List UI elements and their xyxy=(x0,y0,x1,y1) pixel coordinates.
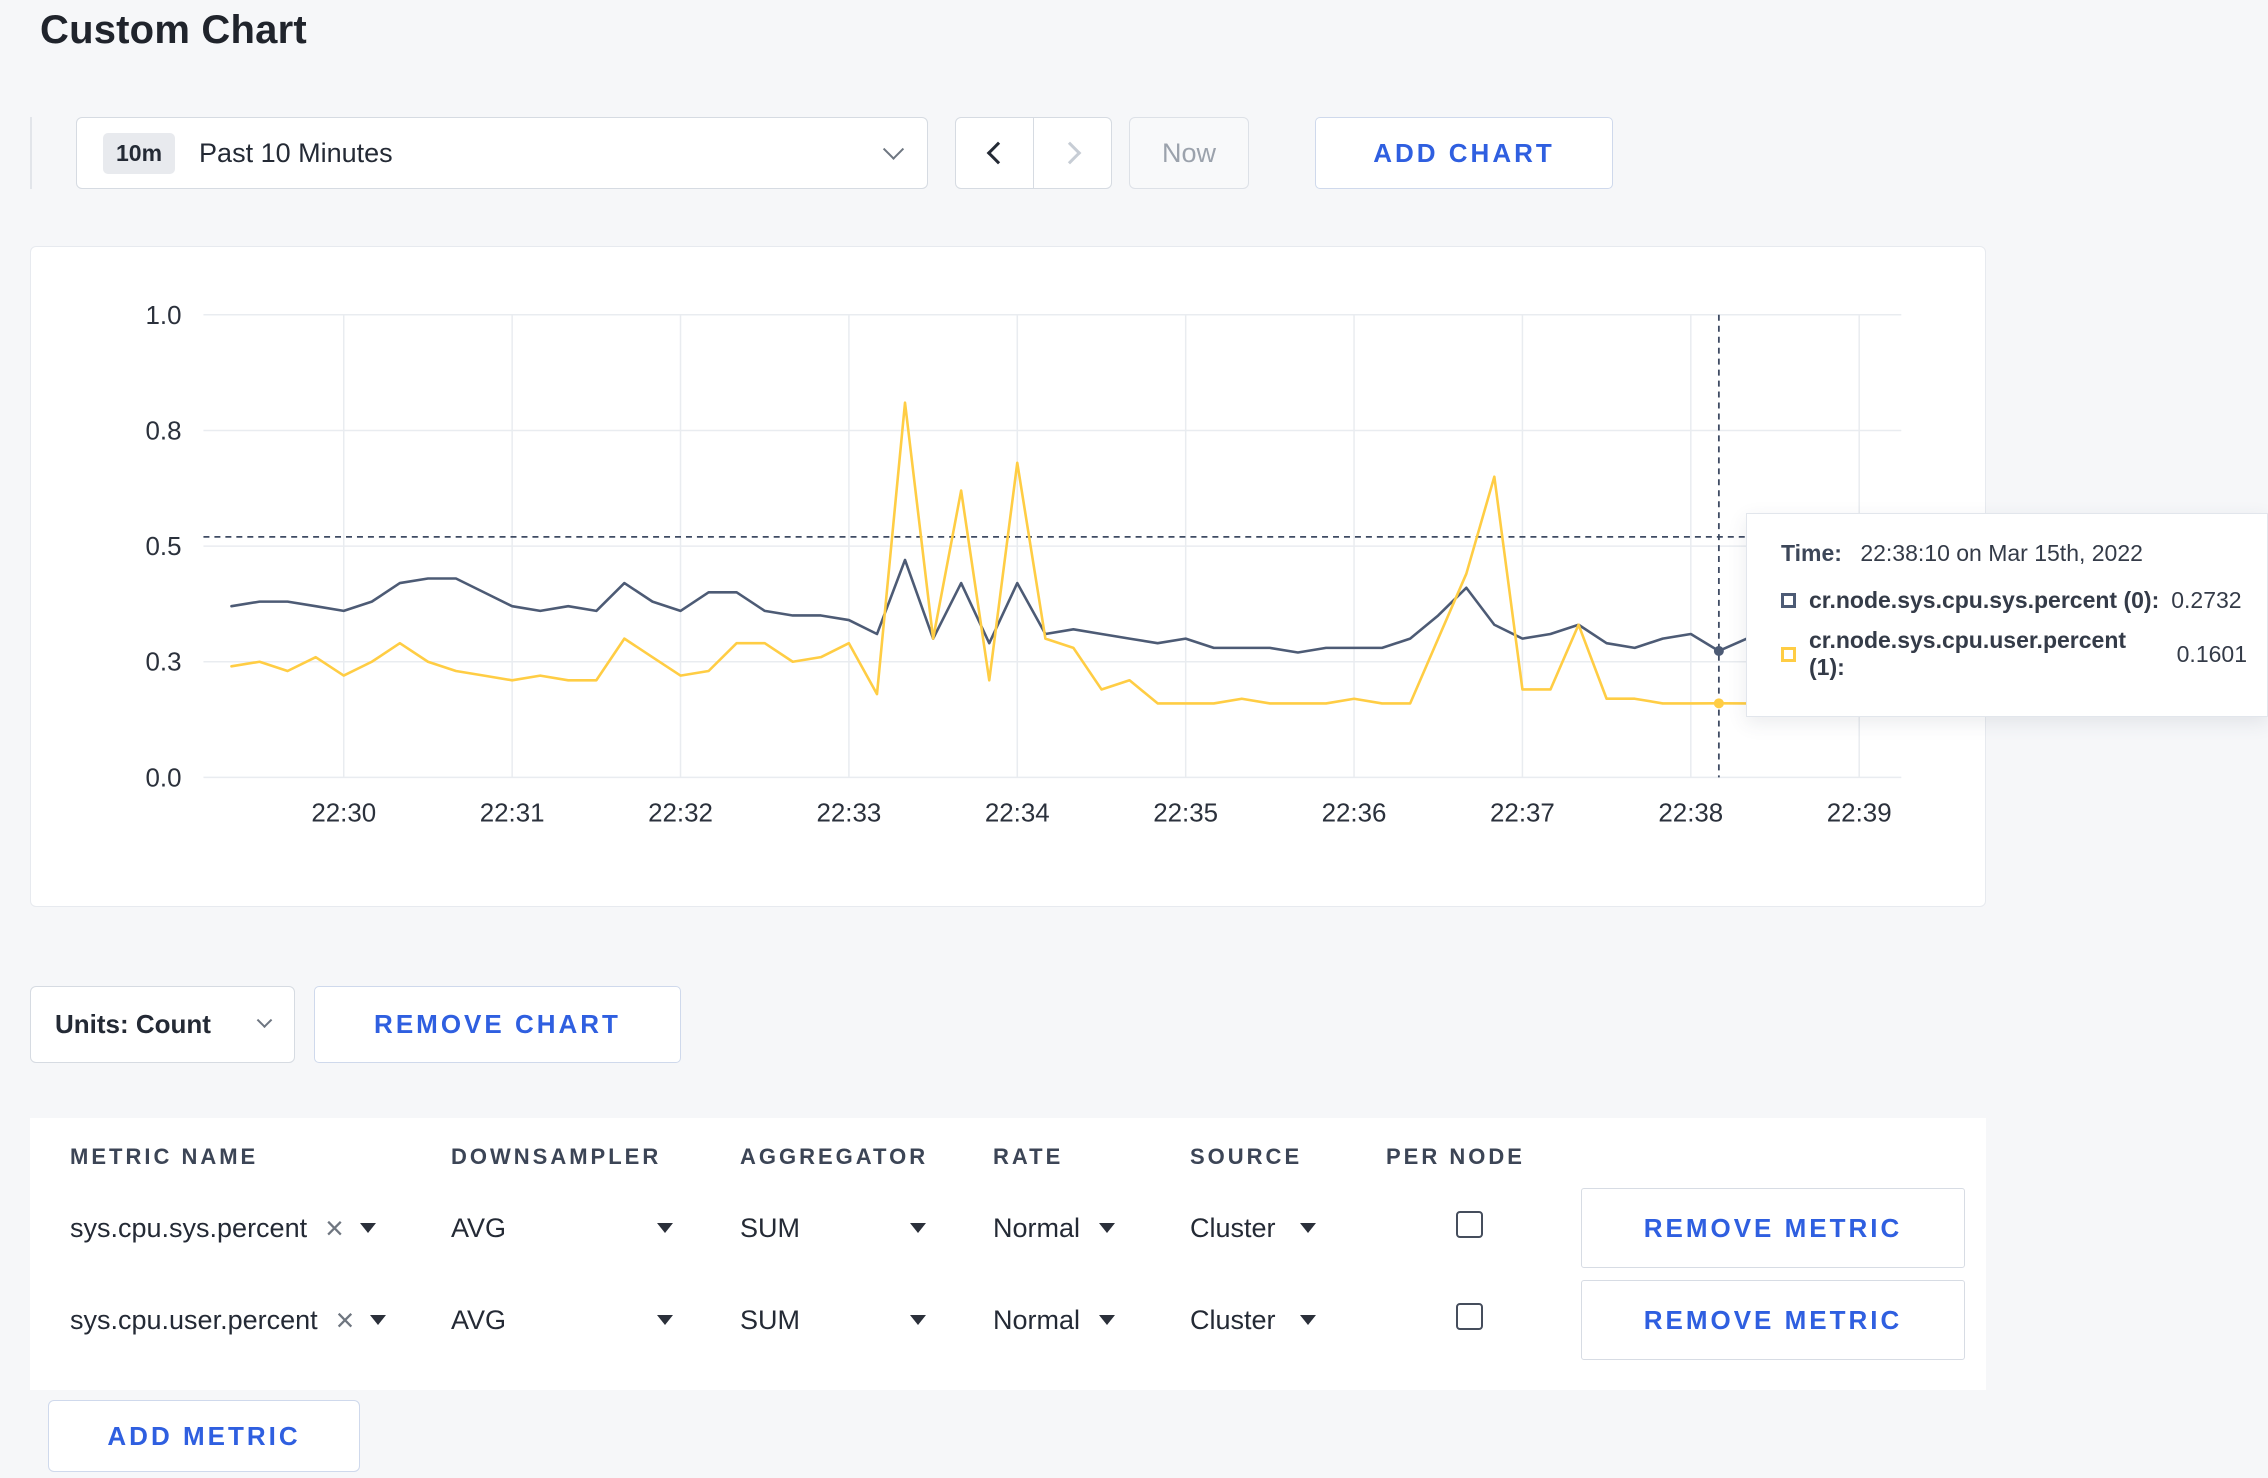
svg-text:0.3: 0.3 xyxy=(145,649,181,677)
tooltip-series-label: cr.node.sys.cpu.sys.percent (0): xyxy=(1809,587,2160,613)
caret-down-icon xyxy=(910,1315,926,1325)
metric-select[interactable]: sys.cpu.sys.percent × xyxy=(70,1212,451,1244)
table-header-row: METRIC NAME DOWNSAMPLER AGGREGATOR RATE … xyxy=(30,1118,1986,1182)
downsampler-value: AVG xyxy=(451,1212,507,1243)
tooltip-series-row: cr.node.sys.cpu.user.percent (1): 0.1601 xyxy=(1781,627,2247,681)
remove-metric-button[interactable]: REMOVE METRIC xyxy=(1581,1188,1965,1268)
source-value: Cluster xyxy=(1190,1304,1276,1335)
range-nav-group xyxy=(955,117,1112,189)
column-header-per-node: PER NODE xyxy=(1386,1144,1525,1169)
caret-down-icon xyxy=(657,1223,673,1233)
time-range-select[interactable]: 10m Past 10 Minutes xyxy=(76,117,928,189)
downsampler-select[interactable]: AVG xyxy=(451,1305,673,1336)
source-select[interactable]: Cluster xyxy=(1190,1213,1316,1244)
metric-select[interactable]: sys.cpu.user.percent × xyxy=(70,1304,451,1336)
caret-down-icon xyxy=(1300,1315,1316,1325)
units-label: Units: Count xyxy=(55,1009,211,1039)
caret-down-icon xyxy=(370,1315,387,1325)
column-header-downsampler: DOWNSAMPLER xyxy=(451,1144,662,1169)
toolbar-divider xyxy=(30,117,32,189)
tooltip-series-value: 0.1601 xyxy=(2176,640,2247,667)
svg-text:0.5: 0.5 xyxy=(145,533,181,561)
metrics-table: METRIC NAME DOWNSAMPLER AGGREGATOR RATE … xyxy=(30,1118,1986,1390)
series-sys-swatch-icon xyxy=(1781,593,1796,608)
metric-row: sys.cpu.sys.percent × AVG SUM Normal Clu… xyxy=(30,1182,1986,1274)
svg-text:22:37: 22:37 xyxy=(1490,799,1555,827)
svg-text:22:36: 22:36 xyxy=(1322,799,1387,827)
toolbar: 10m Past 10 Minutes Now ADD CHART xyxy=(30,117,1613,189)
time-range-badge: 10m xyxy=(103,132,176,174)
per-node-checkbox[interactable] xyxy=(1456,1211,1483,1238)
svg-text:22:33: 22:33 xyxy=(816,799,881,827)
downsampler-value: AVG xyxy=(451,1304,507,1335)
chart-controls: Units: Count REMOVE CHART xyxy=(30,986,681,1063)
aggregator-select[interactable]: SUM xyxy=(740,1213,926,1244)
series-user-swatch-icon xyxy=(1781,646,1796,662)
remove-chart-button[interactable]: REMOVE CHART xyxy=(314,986,681,1063)
downsampler-select[interactable]: AVG xyxy=(451,1213,673,1244)
source-select[interactable]: Cluster xyxy=(1190,1305,1316,1336)
svg-text:22:35: 22:35 xyxy=(1153,799,1218,827)
remove-metric-button[interactable]: REMOVE METRIC xyxy=(1581,1280,1965,1360)
column-header-aggregator: AGGREGATOR xyxy=(740,1144,929,1169)
tooltip-series-value: 0.2732 xyxy=(2171,587,2242,613)
rate-value: Normal xyxy=(993,1212,1081,1243)
chevron-left-icon xyxy=(986,141,1009,165)
svg-text:22:34: 22:34 xyxy=(985,799,1050,827)
add-metric-button[interactable]: ADD METRIC xyxy=(48,1400,360,1472)
caret-down-icon xyxy=(1300,1223,1316,1233)
caret-down-icon xyxy=(910,1223,926,1233)
aggregator-value: SUM xyxy=(740,1304,800,1335)
rate-value: Normal xyxy=(993,1304,1081,1335)
tooltip-series-row: cr.node.sys.cpu.sys.percent (0): 0.2732 xyxy=(1781,587,2247,614)
source-value: Cluster xyxy=(1190,1212,1276,1243)
tooltip-series-label: cr.node.sys.cpu.user.percent (1): xyxy=(1809,627,2127,680)
chevron-down-icon xyxy=(256,1012,273,1029)
svg-text:22:38: 22:38 xyxy=(1658,799,1723,827)
time-range-label: Past 10 Minutes xyxy=(199,137,393,168)
chevron-down-icon xyxy=(882,138,905,160)
svg-text:22:30: 22:30 xyxy=(311,799,376,827)
next-range-button[interactable] xyxy=(1033,117,1112,189)
svg-text:0.0: 0.0 xyxy=(145,764,181,792)
svg-text:22:32: 22:32 xyxy=(648,799,713,827)
tooltip-time-value: 22:38:10 on Mar 15th, 2022 xyxy=(1860,540,2143,566)
aggregator-value: SUM xyxy=(740,1212,800,1243)
rate-select[interactable]: Normal xyxy=(993,1213,1115,1244)
caret-down-icon xyxy=(359,1223,376,1233)
svg-text:1.0: 1.0 xyxy=(145,302,181,330)
page-title: Custom Chart xyxy=(40,8,307,52)
chevron-right-icon xyxy=(1058,141,1081,165)
caret-down-icon xyxy=(1099,1315,1115,1325)
units-select[interactable]: Units: Count xyxy=(30,986,295,1063)
add-chart-button[interactable]: ADD CHART xyxy=(1315,117,1613,189)
metric-row: sys.cpu.user.percent × AVG SUM Normal Cl… xyxy=(30,1274,1986,1366)
chart-tooltip: Time: 22:38:10 on Mar 15th, 2022 cr.node… xyxy=(1746,513,2268,717)
metric-name: sys.cpu.sys.percent xyxy=(70,1212,308,1243)
column-header-rate: RATE xyxy=(993,1144,1064,1169)
line-chart[interactable]: 0.0 0.3 0.5 0.8 1.0 22:30 22:31 22:32 22:33 22:34… xyxy=(31,247,1985,906)
column-header-source: SOURCE xyxy=(1190,1144,1303,1169)
rate-select[interactable]: Normal xyxy=(993,1305,1115,1336)
caret-down-icon xyxy=(657,1315,673,1325)
metric-name: sys.cpu.user.percent xyxy=(70,1304,318,1335)
clear-metric-icon[interactable]: × xyxy=(336,1304,355,1336)
per-node-checkbox[interactable] xyxy=(1456,1303,1483,1330)
column-header-metric-name: METRIC NAME xyxy=(70,1144,259,1169)
svg-text:22:39: 22:39 xyxy=(1827,799,1892,827)
svg-text:0.8: 0.8 xyxy=(145,417,181,445)
now-button[interactable]: Now xyxy=(1129,117,1249,189)
aggregator-select[interactable]: SUM xyxy=(740,1305,926,1336)
clear-metric-icon[interactable]: × xyxy=(325,1212,344,1244)
caret-down-icon xyxy=(1099,1223,1115,1233)
chart-panel: 0.0 0.3 0.5 0.8 1.0 22:30 22:31 22:32 22:33 22:34… xyxy=(30,246,1986,907)
tooltip-time-label: Time: xyxy=(1781,540,1842,566)
tooltip-time-row: Time: 22:38:10 on Mar 15th, 2022 xyxy=(1781,540,2247,567)
svg-text:22:31: 22:31 xyxy=(480,799,545,827)
prev-range-button[interactable] xyxy=(955,117,1034,189)
